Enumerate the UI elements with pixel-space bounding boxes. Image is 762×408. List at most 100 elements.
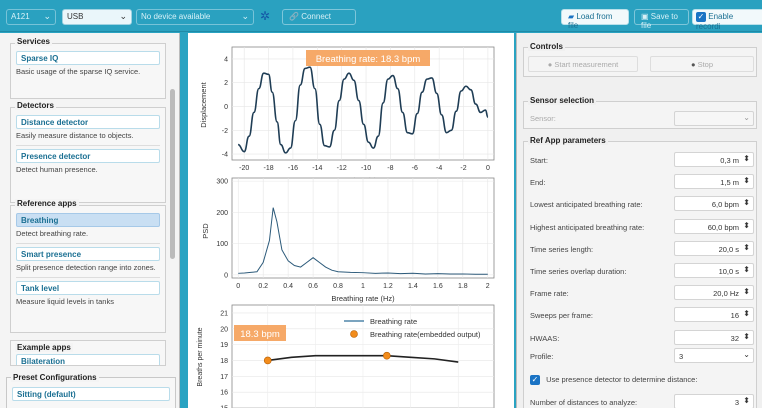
param-value: 60,0 bpm [707, 222, 739, 232]
y-tick-label: -2 [222, 128, 228, 135]
load-from-file-button[interactable]: ▰ Load from file [561, 9, 629, 30]
link-icon: 🔗 [289, 12, 299, 21]
param-spinbox[interactable]: 20,0 s ⬍ [674, 240, 754, 256]
y-tick-label: 4 [224, 56, 228, 63]
param-spinbox[interactable]: 60,0 bpm ⬍ [674, 218, 754, 234]
spin-arrows-icon[interactable]: ⬍ [743, 287, 750, 296]
num-distances-spinbox[interactable]: 3 ⬍ [674, 394, 754, 408]
load-label: Load from file [568, 12, 613, 30]
port-combo[interactable]: A121 ⌄ [6, 9, 56, 25]
group-title: Reference apps [15, 199, 79, 208]
device-combo[interactable]: No device available ⌄ [136, 9, 254, 25]
param-value: 10,0 s [718, 267, 739, 276]
preset-button-sitting[interactable]: Sitting (default) [12, 387, 170, 401]
plot3-annotation: 18.3 bpm [240, 329, 280, 340]
y-tick-label: 300 [216, 179, 228, 186]
sensor-select[interactable]: ⌄ [674, 111, 754, 126]
app-description: Easily measure distance to objects. [16, 131, 134, 140]
group-title: Example apps [15, 343, 73, 352]
y-tick-label: 2 [224, 80, 228, 87]
param-spinbox[interactable]: 20,0 Hz ⬍ [674, 285, 754, 301]
app-button-smart-presence[interactable]: Smart presence [16, 247, 160, 261]
plot1-yticks: 4 2 0 -2 -4 [222, 56, 228, 158]
x-tick-label: -4 [436, 165, 442, 172]
legend-item: Breathing rate [370, 317, 417, 326]
connect-label: Connect [301, 12, 331, 21]
param-value: 6,0 bpm [711, 200, 739, 210]
sidebar: Services Sparse IQ Basic usage of the sp… [0, 33, 180, 408]
sidebar-scrollbar-thumb[interactable] [170, 89, 175, 259]
param-spinbox[interactable]: 6,0 bpm ⬍ [674, 196, 754, 212]
connect-button[interactable]: 🔗 Connect [282, 9, 356, 25]
profile-select[interactable]: 3 ⌄ [674, 348, 754, 363]
x-tick-label: 0.8 [333, 283, 343, 290]
app-description: Split presence detection range into zone… [16, 263, 156, 272]
app-button-presence-detector[interactable]: Presence detector [16, 149, 160, 163]
app-button-tank-level[interactable]: Tank level [16, 281, 160, 295]
param-spinbox[interactable]: 16 ⬍ [674, 307, 754, 323]
presence-checkbox-row[interactable]: ✓ Use presence detector to determine dis… [530, 375, 698, 386]
param-spinbox[interactable]: 1,5 m ⬍ [674, 174, 754, 190]
x-tick-label: 1.2 [383, 283, 393, 290]
legend-dot-swatch [350, 330, 358, 338]
param-label: Time series length: [530, 244, 594, 254]
stop-button[interactable]: ● Stop [650, 56, 754, 72]
spin-arrows-icon[interactable]: ⬍ [743, 243, 750, 252]
spin-arrows-icon[interactable]: ⬍ [743, 198, 750, 207]
param-spinbox[interactable]: 0,3 m ⬍ [674, 152, 754, 167]
presence-checkbox-label: Use presence detector to determine dista… [546, 375, 698, 384]
gear-icon[interactable]: ✲ [260, 9, 270, 23]
x-tick-label: 0.6 [308, 283, 318, 290]
param-spinbox[interactable]: 32 ⬍ [674, 329, 754, 345]
app-button-breathing[interactable]: Breathing [16, 213, 160, 227]
param-label: HWAAS: [530, 333, 560, 343]
x-tick-label: -12 [337, 165, 347, 172]
param-label: Highest anticipated breathing rate: [530, 222, 645, 232]
spin-arrows-icon[interactable]: ⬍ [743, 221, 750, 230]
x-tick-label: -6 [412, 165, 418, 172]
y-tick-label: 19 [220, 342, 228, 349]
enable-recording-checkbox[interactable]: ✓ Enable recordi [692, 9, 762, 31]
param-label: Start: [530, 156, 548, 165]
param-spinbox[interactable]: 10,0 s ⬍ [674, 263, 754, 278]
x-tick-label: -14 [312, 165, 322, 172]
spin-arrows-icon[interactable]: ⬍ [743, 265, 750, 274]
sensor-label: Sensor: [530, 114, 556, 123]
controls-group: Controls ● Start measurement ● Stop [523, 42, 757, 77]
x-tick-label: 0.2 [258, 283, 268, 290]
spin-arrows-icon[interactable]: ⬍ [743, 154, 750, 163]
app-button-bilateration[interactable]: Bilateration [16, 354, 160, 365]
app-description: Measure liquid levels in tanks [16, 297, 114, 306]
start-label: Start measurement [554, 60, 619, 69]
start-measurement-button[interactable]: ● Start measurement [528, 56, 638, 72]
chevron-down-icon: ⌄ [743, 113, 750, 122]
save-to-file-button[interactable]: ▣ Save to file [634, 9, 689, 30]
spin-arrows-icon[interactable]: ⬍ [743, 309, 750, 318]
detectors-group: Detectors Distance detector Easily measu… [10, 101, 166, 203]
plot-area: 4 2 0 -2 -4 -20 -18 -16 -14 -12 -10 -8 -6 -4 -2 0 Brea… [188, 33, 514, 408]
y-tick-label: 0 [224, 104, 228, 111]
spin-arrows-icon[interactable]: ⬍ [743, 332, 750, 341]
app-button-sparse-iq[interactable]: Sparse IQ [16, 51, 160, 65]
spin-arrows-icon[interactable]: ⬍ [743, 176, 750, 185]
preset-configurations-group: Preset Configurations Sitting (default) [6, 373, 176, 408]
interface-combo-value: USB [67, 12, 84, 21]
app-description: Detect human presence. [16, 165, 98, 174]
x-tick-label: 0 [236, 283, 240, 290]
sensor-selection-group: Sensor selection Sensor: ⌄ [523, 96, 757, 129]
app-button-distance-detector[interactable]: Distance detector [16, 115, 160, 129]
interface-combo[interactable]: USB ⌄ [62, 9, 132, 25]
spin-arrows-icon[interactable]: ⬍ [743, 396, 750, 405]
param-label: End: [530, 178, 546, 188]
check-icon: ✓ [696, 12, 706, 22]
divider [16, 145, 160, 146]
plot2-xlabel: Breathing rate (Hz) [331, 294, 395, 303]
plot2-yticks: 300 200 100 0 [216, 179, 228, 280]
folder-icon: ▰ [568, 12, 575, 21]
app-description: Detect breathing rate. [16, 229, 89, 238]
plot1-ylabel: Displacement [199, 81, 208, 127]
floppy-icon: ▣ [641, 12, 649, 21]
y-tick-label: -4 [222, 152, 228, 159]
x-tick-label: -18 [263, 165, 273, 172]
param-label: Lowest anticipated breathing rate: [530, 200, 643, 210]
